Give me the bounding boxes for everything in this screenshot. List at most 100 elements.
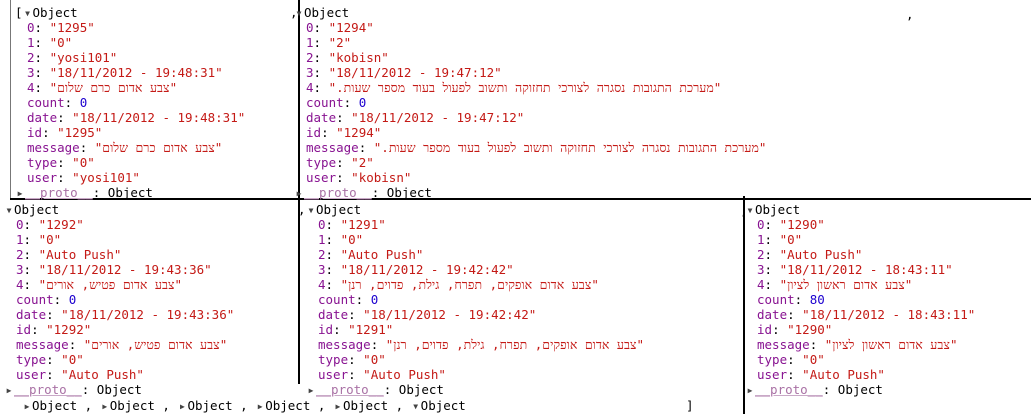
property-key: 0 — [16, 217, 24, 232]
summary-object-label[interactable]: Object — [265, 398, 310, 413]
summary-object-label[interactable]: Object — [32, 398, 77, 413]
property-value: ".מערכת התגובות נסגרה לצורכי תחזוקה ותשו… — [328, 80, 722, 95]
property-key: date — [318, 307, 349, 322]
expand-triangle-icon[interactable]: ▼ — [411, 399, 421, 414]
array-summary-row[interactable]: ▶ Object , ▶ Object , ▶ Object , ▶ Object , … — [22, 398, 466, 413]
proto-row[interactable]: ▶ __proto__: Object — [294, 185, 432, 200]
proto-key: __proto__ — [316, 382, 384, 397]
property-row: count: 0 — [16, 292, 77, 307]
property-row: count: 0 — [27, 95, 88, 110]
property-key: 4 — [757, 277, 765, 292]
property-key: 2 — [306, 50, 314, 65]
property-row: type: "0" — [27, 155, 95, 170]
collapse-triangle-icon[interactable]: ▶ — [4, 383, 14, 398]
expand-triangle-icon[interactable]: ▼ — [745, 203, 755, 218]
property-value: "18/11/2012 - 19:43:36" — [61, 307, 235, 322]
property-row: 3: "18/11/2012 - 19:42:42" — [318, 262, 514, 277]
summary-object-label[interactable]: Object — [343, 398, 388, 413]
collapse-triangle-icon[interactable]: ▶ — [333, 399, 343, 414]
property-value: "1290" — [779, 217, 825, 232]
property-key: message — [27, 140, 80, 155]
property-row: count: 0 — [318, 292, 379, 307]
property-key: user — [306, 170, 337, 185]
collapse-triangle-icon[interactable]: ▶ — [294, 186, 304, 201]
summary-separator: , — [77, 398, 100, 413]
property-row: 2: "yosi101" — [27, 50, 118, 65]
property-value: "1292" — [38, 217, 84, 232]
property-value: "1295" — [57, 125, 103, 140]
property-value: "18/11/2012 - 19:42:42" — [363, 307, 537, 322]
property-key: message — [318, 337, 371, 352]
object-label: Object — [316, 202, 362, 217]
property-row: 1: "2" — [306, 35, 352, 50]
property-value: "צבע אדום פטיש, אורים" — [38, 277, 183, 292]
property-value: "0" — [802, 352, 825, 367]
property-row: user: "yosi101" — [27, 170, 140, 185]
property-key: type — [757, 352, 788, 367]
property-value: "0" — [61, 352, 84, 367]
expand-triangle-icon[interactable]: ▼ — [294, 6, 304, 21]
object-comma: , — [298, 202, 306, 217]
summary-object-label[interactable]: Object — [110, 398, 155, 413]
object-header[interactable]: ▼ Object — [306, 202, 362, 218]
proto-key: __proto__ — [755, 382, 823, 397]
collapse-triangle-icon[interactable]: ▶ — [306, 383, 316, 398]
object-label: Object — [304, 5, 350, 20]
property-row: 0: "1290" — [757, 217, 825, 232]
property-row: 2: "Auto Push" — [757, 247, 863, 262]
object-header[interactable]: [▼ Object — [15, 5, 78, 20]
proto-row[interactable]: ▶ __proto__: Object — [745, 382, 883, 397]
property-key: message — [306, 140, 359, 155]
proto-row[interactable]: ▶ __proto__: Object — [306, 382, 444, 397]
object-header[interactable]: ▼ Object — [4, 202, 60, 218]
collapse-triangle-icon[interactable]: ▶ — [100, 399, 110, 414]
property-key: type — [27, 155, 58, 170]
collapse-triangle-icon[interactable]: ▶ — [177, 399, 187, 414]
collapse-triangle-icon[interactable]: ▶ — [255, 399, 265, 414]
summary-separator: , — [154, 398, 178, 413]
divider-horizontal-top — [10, 198, 1031, 200]
property-value: "1291" — [348, 322, 394, 337]
array-close-bracket: ] — [686, 398, 694, 413]
collapse-triangle-icon[interactable]: ▶ — [745, 383, 755, 398]
property-key: 1 — [27, 35, 35, 50]
property-key: 4 — [306, 80, 314, 95]
property-row: date: "18/11/2012 - 19:47:12" — [306, 110, 525, 125]
expand-triangle-icon[interactable]: ▼ — [23, 6, 33, 21]
object-header[interactable]: ▼ Object — [294, 5, 350, 21]
summary-object-label[interactable]: Object — [187, 398, 232, 413]
property-value: "18/11/2012 - 18:43:11" — [779, 262, 953, 277]
property-row: 0: "1291" — [318, 217, 386, 232]
property-value: "0" — [779, 232, 803, 247]
summary-object-label[interactable]: Object — [421, 398, 466, 413]
property-value: "kobisn" — [351, 170, 412, 185]
collapse-triangle-icon[interactable]: ▶ — [15, 186, 25, 201]
divider-left-edge — [10, 0, 11, 198]
property-row: 3: "18/11/2012 - 19:47:12" — [306, 65, 502, 80]
property-key: 0 — [318, 217, 326, 232]
property-row: 4: "צבע אדום פטיש, אורים" — [16, 277, 183, 292]
property-value: "1294" — [328, 20, 374, 35]
property-key: 4 — [318, 277, 326, 292]
property-row: message: "צבע אדום פטיש, אורים" — [16, 337, 228, 352]
property-key: count — [306, 95, 344, 110]
expand-triangle-icon[interactable]: ▼ — [306, 203, 316, 218]
property-row: 1: "0" — [318, 232, 364, 247]
collapse-triangle-icon[interactable]: ▶ — [22, 399, 32, 414]
property-row: date: "18/11/2012 - 19:48:31" — [27, 110, 246, 125]
property-value: "Auto Push" — [38, 247, 122, 262]
property-value: "1291" — [340, 217, 386, 232]
property-row: message: ".מערכת התגובות נסגרה לצורכי תח… — [306, 140, 767, 155]
property-key: 3 — [757, 262, 765, 277]
property-key: 1 — [318, 232, 326, 247]
property-value: "0" — [340, 232, 364, 247]
proto-row[interactable]: ▶ __proto__: Object — [15, 185, 153, 200]
property-row: type: "0" — [318, 352, 386, 367]
property-key: message — [16, 337, 69, 352]
property-row: type: "2" — [306, 155, 374, 170]
proto-row[interactable]: ▶ __proto__: Object — [4, 382, 142, 397]
object-header[interactable]: ▼ Object — [745, 202, 801, 218]
property-value: "Auto Push" — [61, 367, 144, 382]
property-row: count: 80 — [757, 292, 825, 307]
expand-triangle-icon[interactable]: ▼ — [4, 203, 14, 218]
